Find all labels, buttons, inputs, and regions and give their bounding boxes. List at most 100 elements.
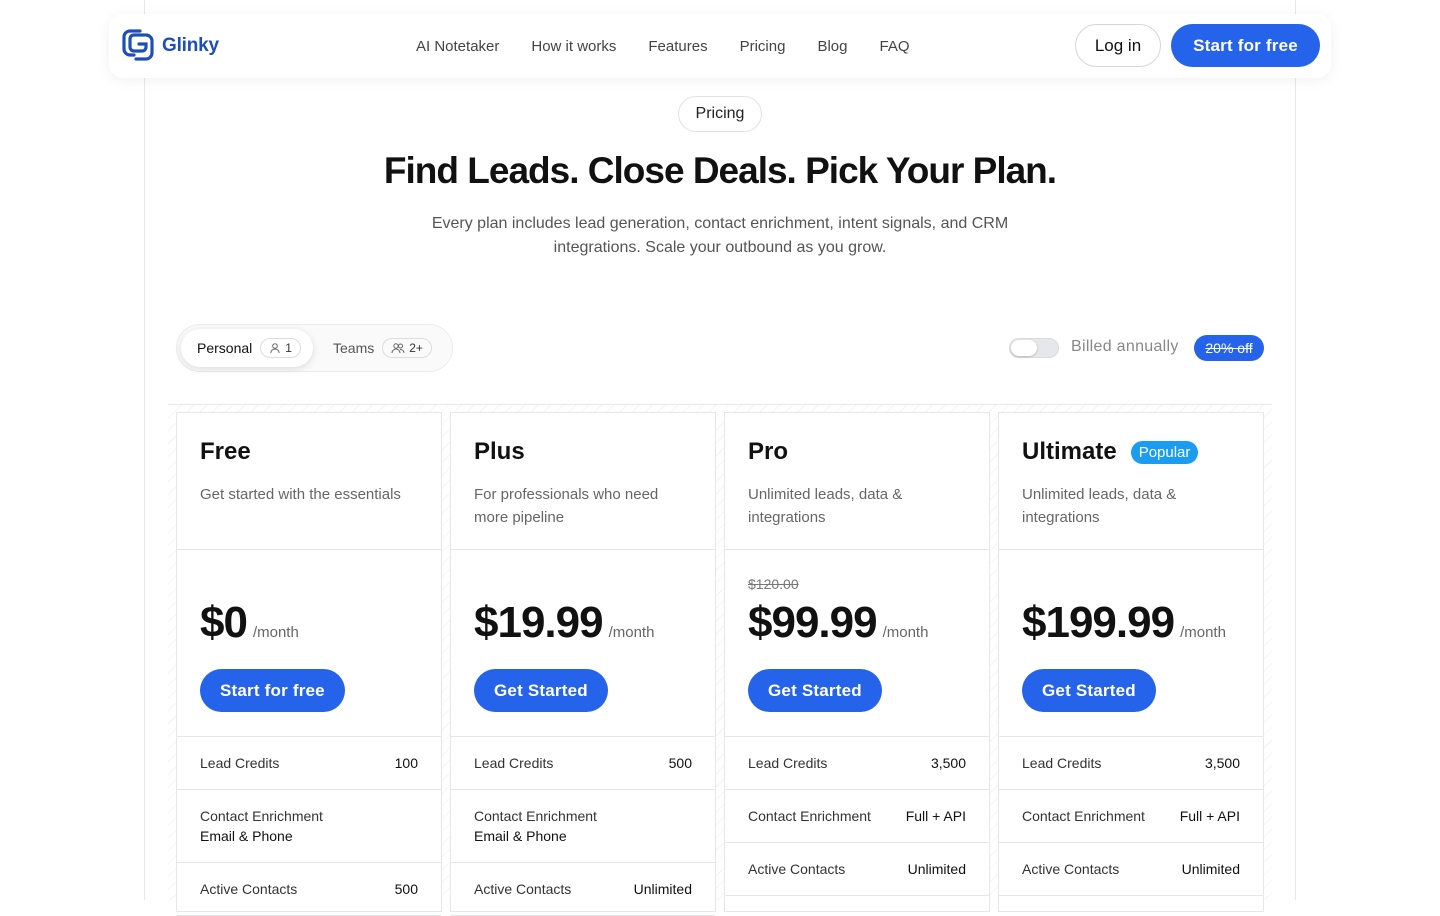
section-pill: Pricing <box>678 96 762 132</box>
annual-billing-toggle[interactable] <box>1009 338 1059 358</box>
feature-value: 500 <box>394 881 418 897</box>
feature-label: Contact Enrichment <box>200 808 323 824</box>
feature-row: Contact Enrichment Full + API <box>725 790 989 843</box>
plan-price: $19.99 <box>474 598 604 647</box>
plan-type-switch: Personal 1 Teams 2+ <box>176 324 453 372</box>
plan-price: $0 <box>200 598 248 647</box>
plan-header: Plus For professionals who need more pipe… <box>451 413 715 550</box>
feature-row: Active Contacts Unlimited <box>725 843 989 896</box>
plan-header: Free Get started with the essentials <box>177 413 441 550</box>
nav-pricing[interactable]: Pricing <box>740 38 786 55</box>
tab-personal[interactable]: Personal 1 <box>181 329 313 367</box>
feature-label: Lead Credits <box>200 755 280 771</box>
old-price: $120.00 <box>748 576 799 592</box>
toggle-knob <box>1011 340 1037 356</box>
plan-price: $99.99 <box>748 598 878 647</box>
feature-label: Contact Enrichment <box>748 808 871 824</box>
feature-label: Lead Credits <box>1022 755 1102 771</box>
plan-description: Get started with the essentials <box>200 486 401 503</box>
tab-teams[interactable]: Teams 2+ <box>317 329 449 367</box>
login-button[interactable]: Log in <box>1075 24 1161 67</box>
price-row: $199.99/month <box>1022 598 1226 648</box>
plan-cta-button[interactable]: Get Started <box>748 669 882 712</box>
plan-card-free: Free Get started with the essentials $0/mo… <box>176 412 442 916</box>
plan-name: Pro <box>748 438 789 465</box>
feature-value: Unlimited <box>1181 861 1240 877</box>
plan-price-section: $199.99/month Get Started <box>999 550 1263 737</box>
nav-ai-notetaker[interactable]: AI Notetaker <box>416 38 499 55</box>
brand-logo[interactable]: Glinky <box>120 27 219 65</box>
feature-label: Lead Credits <box>748 755 828 771</box>
plan-description: Unlimited leads, data & integrations <box>748 486 903 526</box>
price-row: $99.99/month <box>748 598 928 648</box>
main-nav: AI Notetaker How it works Features Prici… <box>416 38 942 55</box>
feature-value: Unlimited <box>633 881 692 897</box>
start-free-button[interactable]: Start for free <box>1171 24 1320 67</box>
feature-label: Lead Credits <box>474 755 554 771</box>
brand-name: Glinky <box>162 35 219 56</box>
feature-row: Contact Enrichment Full + API <box>999 790 1263 843</box>
plan-name-row: Pro <box>748 437 966 467</box>
users-icon <box>391 343 405 354</box>
user-icon <box>270 343 280 354</box>
page-subtitle: Every plan includes lead generation, con… <box>431 215 1009 256</box>
price-period: /month <box>252 624 299 641</box>
feature-value: Unlimited <box>907 861 966 877</box>
tab-teams-count-value: 2+ <box>409 341 423 355</box>
navbar: Glinky AI Notetaker How it works Feature… <box>109 14 1331 78</box>
price-row: $0/month <box>200 598 299 648</box>
plan-name: Ultimate <box>1022 438 1117 465</box>
plan-name-row: Plus <box>474 437 692 467</box>
billed-annually-label: Billed annually <box>1071 338 1179 355</box>
tab-personal-count-value: 1 <box>285 341 292 355</box>
popular-badge: Popular <box>1130 440 1199 464</box>
discount-badge: 20% off <box>1194 335 1264 361</box>
price-period: /month <box>608 624 655 641</box>
feature-row: Contact Enrichment Email & Phone <box>177 790 441 863</box>
feature-row: Active Contacts 500 <box>177 863 441 916</box>
plan-header: Pro Unlimited leads, data & integrations <box>725 413 989 550</box>
plan-description: For professionals who need more pipeline <box>474 486 659 526</box>
feature-value: Full + API <box>905 808 966 824</box>
feature-label: Contact Enrichment <box>1022 808 1145 824</box>
plan-name-row: Free <box>200 437 418 467</box>
plan-price-section: $0/month Start for free <box>177 550 441 737</box>
feature-value: 500 <box>668 755 692 771</box>
plan-name: Plus <box>474 438 525 465</box>
feature-label: Active Contacts <box>200 881 298 897</box>
page-title: Find Leads. Close Deals. Pick Your Plan. <box>383 150 1057 191</box>
feature-label: Contact Enrichment <box>474 808 597 824</box>
nav-features[interactable]: Features <box>648 38 707 55</box>
price-row: $19.99/month <box>474 598 654 648</box>
feature-value: 100 <box>394 755 418 771</box>
feature-value: Email & Phone <box>474 828 567 844</box>
feature-row: Active Contacts Unlimited <box>999 843 1263 896</box>
plan-header: Ultimate Popular Unlimited leads, data & i… <box>999 413 1263 550</box>
plan-price-section: $120.00 $99.99/month Get Started <box>725 550 989 737</box>
feature-row: Active Contacts Unlimited <box>451 863 715 916</box>
feature-row: Contact Enrichment Email & Phone <box>451 790 715 863</box>
feature-value: Email & Phone <box>200 828 293 844</box>
plan-cta-button[interactable]: Start for free <box>200 669 345 712</box>
plan-card-pro: Pro Unlimited leads, data & integrations $… <box>724 412 990 912</box>
plan-name-row: Ultimate Popular <box>1022 437 1240 467</box>
plan-description: Unlimited leads, data & integrations <box>1022 486 1177 526</box>
price-period: /month <box>882 624 929 641</box>
plan-price: $199.99 <box>1022 598 1175 647</box>
plan-card-ultimate: Ultimate Popular Unlimited leads, data & i… <box>998 412 1264 912</box>
nav-blog[interactable]: Blog <box>817 38 847 55</box>
plan-price-section: $19.99/month Get Started <box>451 550 715 737</box>
feature-label: Active Contacts <box>1022 861 1120 877</box>
tab-personal-label: Personal <box>197 340 253 356</box>
plan-cta-button[interactable]: Get Started <box>474 669 608 712</box>
feature-label: Active Contacts <box>474 881 572 897</box>
plan-cta-button[interactable]: Get Started <box>1022 669 1156 712</box>
nav-faq[interactable]: FAQ <box>879 38 909 55</box>
feature-value: Full + API <box>1179 808 1240 824</box>
feature-row: Lead Credits 3,500 <box>999 737 1263 790</box>
tab-teams-label: Teams <box>333 340 375 356</box>
feature-value: 3,500 <box>930 755 966 771</box>
price-period: /month <box>1180 624 1226 641</box>
tab-teams-count: 2+ <box>382 338 432 358</box>
nav-how-it-works[interactable]: How it works <box>531 38 616 55</box>
